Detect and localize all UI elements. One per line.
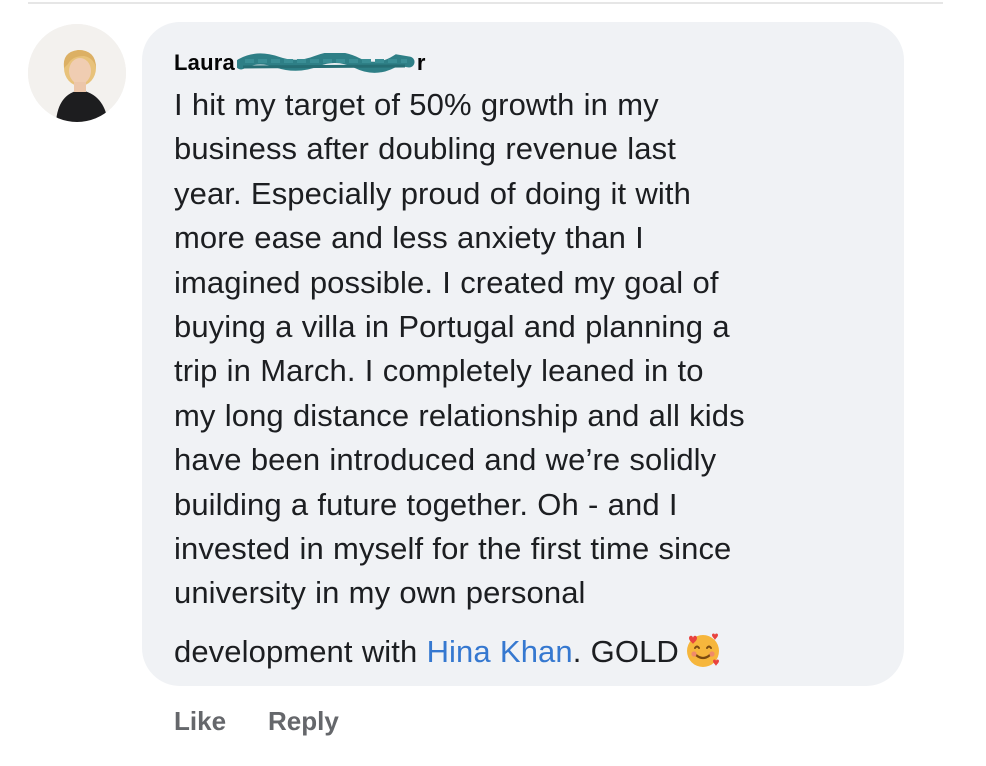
reply-button[interactable]: Reply (268, 706, 339, 737)
divider (28, 2, 943, 4)
author-name-tail: r (416, 50, 426, 75)
redaction-scribble (236, 53, 415, 73)
comment-line: have been introduced and we’re solidly (174, 442, 717, 478)
comment-line: invested in myself for the first time si… (174, 531, 732, 567)
comment-line: business after doubling revenue last (174, 131, 676, 167)
profile-photo-icon (28, 24, 126, 122)
comment-line: more ease and less anxiety than I (174, 220, 644, 256)
comment-line: building a future together. Oh - and I (174, 486, 678, 522)
smiling-face-with-hearts-icon (683, 630, 723, 670)
comment-line: my long distance relationship and all ki… (174, 397, 745, 433)
author-name[interactable]: Laura (174, 50, 235, 76)
comment-bubble: Laura r I hit my target of 50% growth in… (142, 22, 904, 686)
avatar[interactable] (28, 24, 126, 122)
comment-screenshot: Laura r I hit my target of 50% growth in… (0, 0, 986, 766)
comment-line: I hit my target of 50% growth in my (174, 87, 659, 122)
comment-line: university in my own personal (174, 575, 586, 611)
comment-actions: Like Reply (174, 706, 339, 737)
comment-line: year. Especially proud of doing it with (174, 175, 691, 211)
comment-text-fragment: development with (174, 633, 427, 669)
comment-text: I hit my target of 50% growth in my busi… (174, 83, 874, 674)
mention-link[interactable]: Hina Khan (427, 634, 573, 669)
comment-line: buying a villa in Portugal and planning … (174, 309, 730, 345)
like-button[interactable]: Like (174, 706, 226, 737)
comment-line: imagined possible. I created my goal of (174, 264, 719, 300)
comment-author[interactable]: Laura r (174, 46, 874, 80)
comment-line: trip in March. I completely leaned in to (174, 353, 704, 389)
comment-text-fragment: . GOLD (572, 633, 679, 669)
comment-last-line: development with Hina Khan. GOLD (174, 630, 874, 674)
